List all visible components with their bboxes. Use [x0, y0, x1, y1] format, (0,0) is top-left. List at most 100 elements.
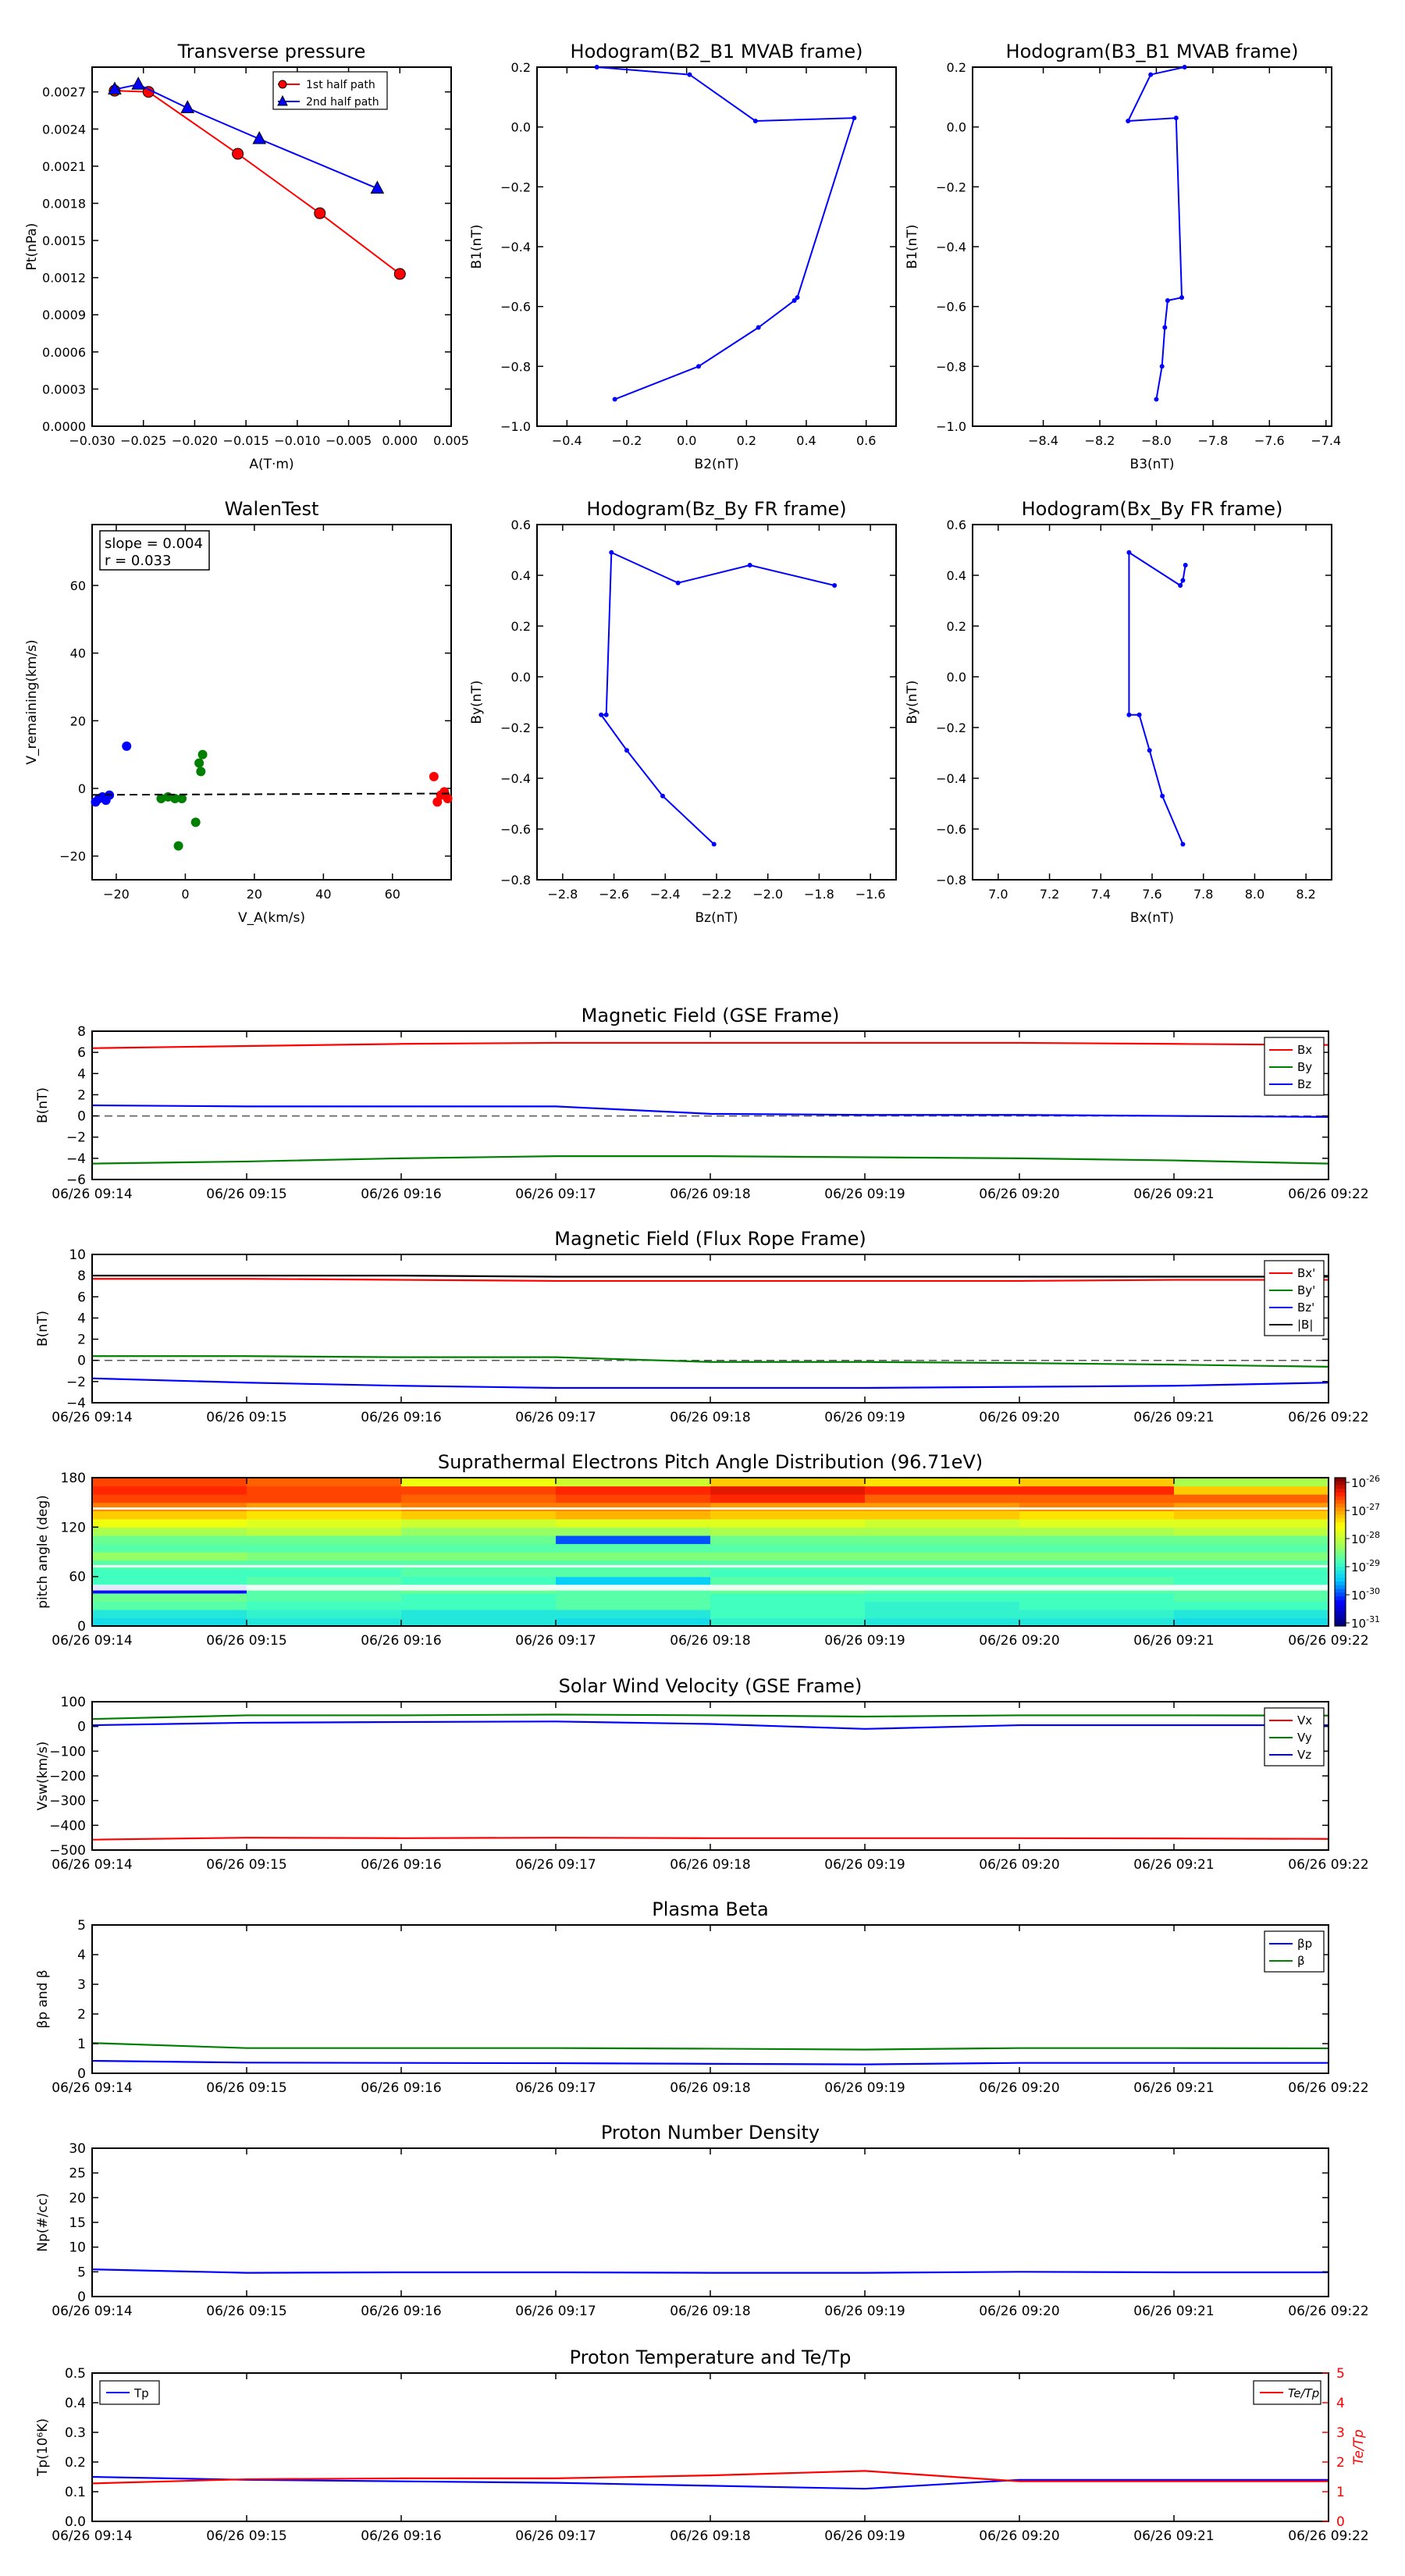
y-tick-label: 0 — [78, 781, 86, 796]
heatmap-cell — [865, 1543, 1020, 1553]
heatmap-cell — [401, 1560, 557, 1569]
heatmap-cell — [1019, 1502, 1175, 1511]
time-tick-label: 06/26 09:19 — [824, 1857, 905, 1873]
y-tick-label: −0.8 — [500, 873, 531, 888]
heatmap-cell — [865, 1485, 1020, 1495]
colorbar-tick-exponent: -31 — [1366, 1614, 1380, 1624]
y-tick-label: −0.8 — [936, 873, 966, 888]
y-tick-label: −0.2 — [500, 180, 531, 194]
y-axis-label: B(nT) — [35, 1311, 51, 1347]
heatmap-cell — [710, 1518, 866, 1528]
time-tick-label: 06/26 09:20 — [979, 2528, 1059, 2544]
colorbar-tick-label: 10-29 — [1351, 1558, 1380, 1574]
panel-title: Magnetic Field (GSE Frame) — [582, 1005, 840, 1026]
annotation-text: r = 0.033 — [105, 553, 171, 569]
y2-tick-label: 5 — [1336, 2366, 1345, 2382]
series-line — [91, 1041, 1329, 1049]
time-tick-label: 06/26 09:22 — [1288, 2080, 1368, 2096]
data-point — [624, 748, 629, 753]
heatmap-cell — [247, 1478, 402, 1487]
panel-6: Magnetic Field (GSE Frame) 06/26 09:14 06/… — [35, 1005, 1369, 1202]
y-tick-label: 0.0 — [511, 120, 531, 135]
plot-frame — [91, 2372, 1329, 2522]
panel-0: Transverse pressure −0.030 −0.025 −0.020 −0.… — [24, 41, 469, 472]
plot-frame — [91, 1924, 1329, 2074]
heatmap-cell — [401, 1543, 557, 1553]
y-tick-label: −6 — [66, 1172, 86, 1188]
series-line — [92, 1278, 1329, 1283]
y-tick-label: 1 — [77, 2037, 86, 2052]
data-point — [747, 563, 752, 568]
y-tick-label: −4 — [66, 1151, 86, 1167]
heatmap-cell — [401, 1494, 557, 1503]
x-tick-label: 7.2 — [1040, 887, 1059, 902]
series-line — [91, 1104, 1329, 1119]
colorbar-tick-exponent: -29 — [1366, 1558, 1380, 1568]
data-point — [122, 741, 132, 751]
y-tick-label: 0.3 — [65, 2425, 86, 2441]
heatmap-cell — [401, 1502, 557, 1511]
series-line — [92, 1355, 1329, 1368]
x-tick-label: 7.6 — [1142, 887, 1161, 902]
y-axis-label: Np(#/cc) — [35, 2193, 51, 2251]
data-point — [429, 771, 439, 781]
heatmap-cell — [1019, 1601, 1175, 1610]
y-tick-label: 0.6 — [947, 518, 966, 532]
data-point — [603, 712, 609, 717]
x-tick-label: −1.6 — [855, 887, 886, 902]
heatmap-gap — [92, 1585, 1329, 1591]
y-tick-label: −0.2 — [936, 720, 966, 735]
data-point — [687, 72, 692, 77]
heatmap-cell — [556, 1552, 711, 1561]
heatmap-cell — [865, 1478, 1020, 1487]
heatmap-cell — [710, 1527, 866, 1536]
time-tick-label: 06/26 09:14 — [52, 1857, 132, 1873]
heatmap-cell — [865, 1609, 1020, 1619]
y-tick-label: −2 — [66, 1130, 86, 1146]
heatmap-cell — [92, 1617, 247, 1627]
heatmap-cell — [710, 1560, 866, 1569]
x-tick-label: −2.6 — [599, 887, 629, 902]
panel-title: Magnetic Field (Flux Rope Frame) — [554, 1228, 866, 1250]
heatmap-cell — [556, 1576, 711, 1585]
heatmap-cell — [710, 1609, 866, 1619]
heatmap-cell — [710, 1478, 866, 1487]
y-tick-label: 0.0015 — [42, 233, 86, 248]
heatmap-cell — [556, 1502, 711, 1511]
y-tick-label: −0.4 — [936, 240, 966, 254]
data-point — [1173, 116, 1179, 121]
heatmap-cell — [247, 1560, 402, 1569]
heatmap-cell — [247, 1552, 402, 1561]
heatmap-cell — [710, 1617, 866, 1627]
heatmap-cell — [1174, 1568, 1329, 1578]
time-tick-label: 06/26 09:21 — [1133, 1857, 1214, 1873]
time-tick-label: 06/26 09:20 — [979, 1187, 1059, 1202]
time-tick-label: 06/26 09:22 — [1288, 1857, 1368, 1873]
legend-label: 2nd half path — [306, 96, 379, 109]
x-tick-label: 40 — [315, 887, 331, 902]
time-tick-label: 06/26 09:20 — [979, 1410, 1059, 1425]
colorbar-segment — [1335, 1529, 1346, 1534]
y2-tick-label: 1 — [1336, 2485, 1345, 2500]
heatmap-cell — [401, 1518, 557, 1528]
y-tick-label: −2 — [66, 1375, 86, 1390]
y-tick-label: 0 — [77, 2066, 86, 2082]
heatmap-cell — [1019, 1478, 1175, 1487]
time-tick-label: 06/26 09:15 — [206, 1633, 286, 1649]
colorbar-segment — [1335, 1567, 1346, 1571]
heatmap-cell — [556, 1560, 711, 1569]
panel-10: Plasma Beta 06/26 09:14 06/26 09:15 06/26 0… — [35, 1898, 1369, 2096]
x-tick-label: −0.005 — [325, 433, 372, 448]
x-tick-label: 7.4 — [1091, 887, 1111, 902]
y-tick-label: 0 — [77, 1619, 86, 1635]
heatmap-cell — [556, 1527, 711, 1536]
y-tick-label: −4 — [66, 1396, 86, 1411]
data-point — [232, 148, 244, 160]
heatmap-cell — [92, 1592, 247, 1602]
series-line — [91, 1713, 1329, 1720]
y-tick-label: 20 — [69, 2190, 86, 2206]
colorbar-segment — [1335, 1614, 1346, 1619]
series-line — [91, 2059, 1329, 2065]
heatmap-cell — [247, 1601, 402, 1610]
x-tick-label: 0.4 — [796, 433, 816, 448]
